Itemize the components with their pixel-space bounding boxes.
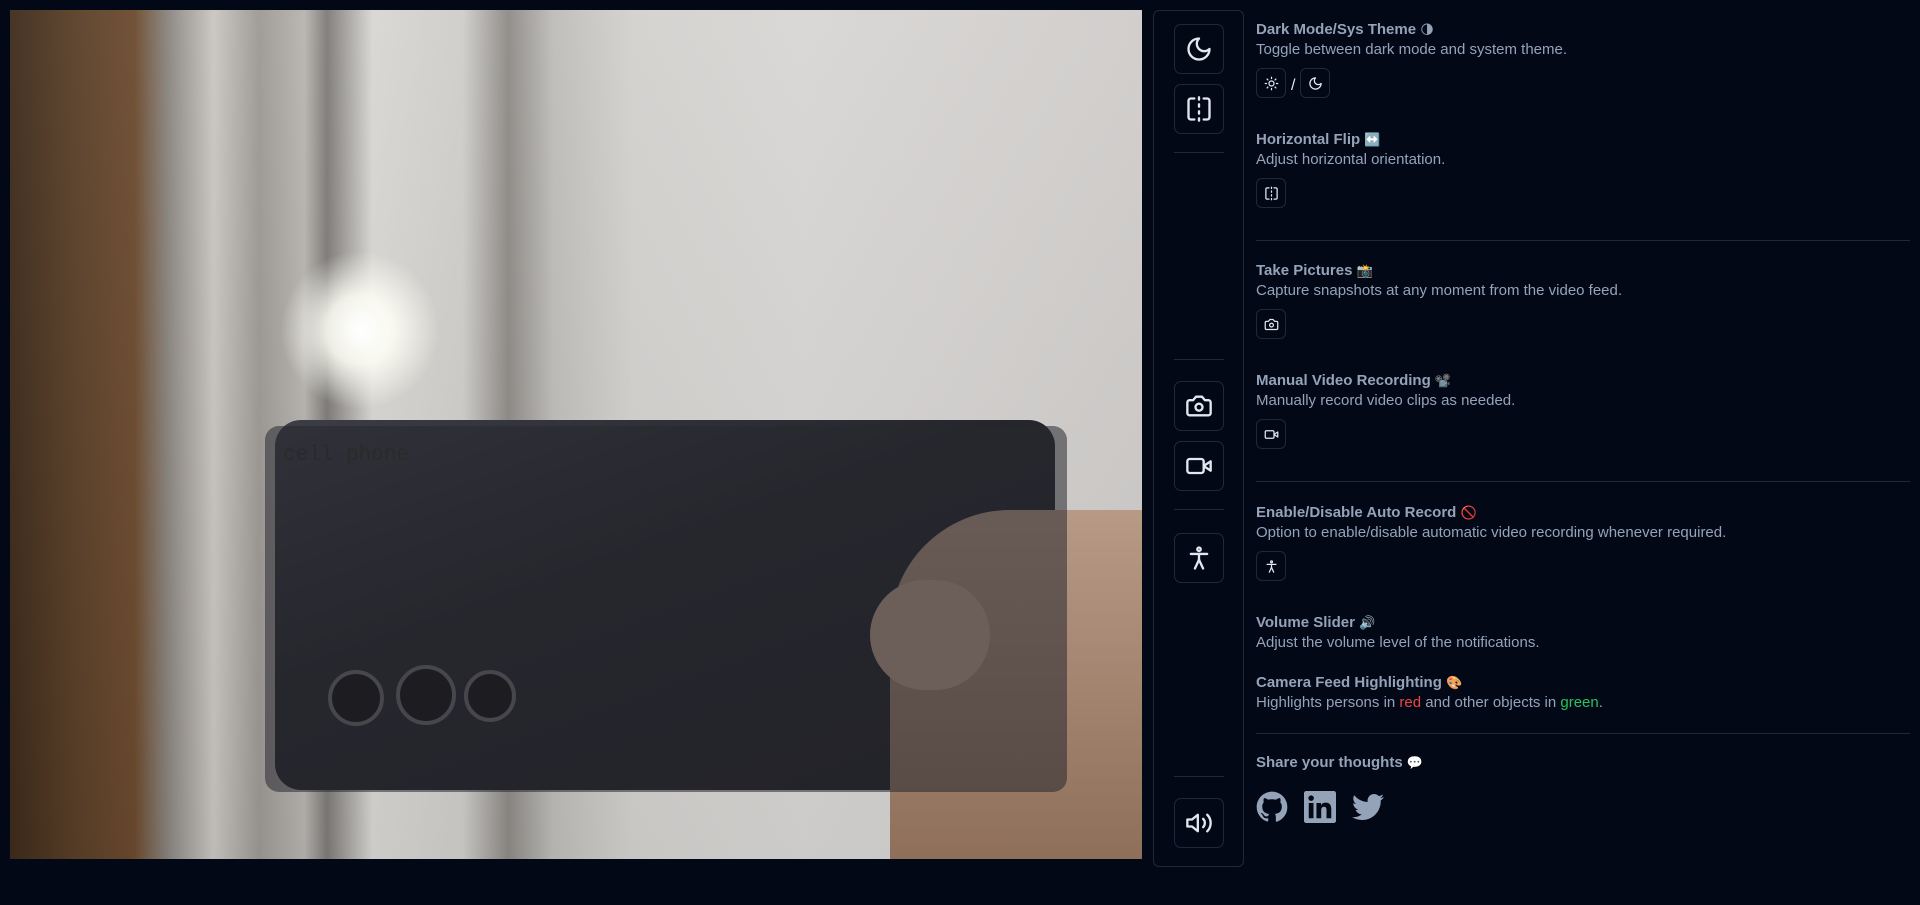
icon-toolbar	[1153, 10, 1244, 867]
volume-button[interactable]	[1174, 798, 1224, 848]
video-icon	[1264, 429, 1278, 439]
twitter-icon	[1352, 794, 1384, 820]
panel-divider	[1256, 733, 1910, 734]
section-description: Adjust the volume level of the notificat…	[1256, 634, 1540, 651]
section-title: Volume Slider 🔊	[1256, 614, 1376, 631]
volume-section: Volume Slider 🔊 Adjust the volume level …	[1256, 613, 1910, 653]
section-title: Manual Video Recording 📽️	[1256, 372, 1452, 389]
section-description: Toggle between dark mode and system them…	[1256, 41, 1568, 58]
toolbar-divider	[1174, 776, 1224, 777]
linkedin-icon	[1304, 791, 1336, 823]
green-word: green	[1560, 694, 1599, 711]
light-glare	[280, 250, 440, 410]
section-title: Camera Feed Highlighting 🎨	[1256, 674, 1463, 691]
sun-icon	[1264, 76, 1278, 90]
video-icon	[1186, 457, 1212, 475]
flip-horizontal-icon	[1187, 96, 1211, 122]
toolbar-divider	[1174, 152, 1224, 153]
camera-icon	[1264, 318, 1278, 330]
section-description: Adjust horizontal orientation.	[1256, 151, 1446, 168]
linkedin-link[interactable]	[1304, 791, 1336, 823]
section-title: Horizontal Flip ↔️	[1256, 131, 1381, 148]
recording-section: Manual Video Recording 📽️ Manually recor…	[1256, 371, 1910, 449]
theme-toggle-button[interactable]	[1174, 24, 1224, 74]
take-picture-small-button[interactable]	[1256, 309, 1286, 339]
info-panel: Dark Mode/Sys Theme 🌗 Toggle between dar…	[1256, 0, 1910, 905]
section-description: Manually record video clips as needed.	[1256, 392, 1516, 409]
accessibility-icon	[1266, 559, 1276, 573]
panel-divider	[1256, 481, 1910, 482]
take-picture-button[interactable]	[1174, 381, 1224, 431]
panel-divider	[1256, 240, 1910, 241]
section-title: Dark Mode/Sys Theme 🌗	[1256, 21, 1434, 38]
pictures-section: Take Pictures 📸 Capture snapshots at any…	[1256, 261, 1910, 339]
camera-feed: cell phone	[10, 10, 1142, 859]
moon-icon	[1187, 37, 1211, 61]
section-description: Option to enable/disable automatic video…	[1256, 524, 1727, 541]
red-word: red	[1399, 694, 1422, 711]
auto-record-button[interactable]	[1174, 533, 1224, 583]
toolbar-divider	[1174, 359, 1224, 360]
highlighting-section: Camera Feed Highlighting 🎨 Highlights pe…	[1256, 673, 1910, 713]
section-title: Take Pictures 📸	[1256, 262, 1373, 279]
flip-section: Horizontal Flip ↔️ Adjust horizontal ori…	[1256, 130, 1910, 208]
moon-icon	[1309, 76, 1322, 90]
github-icon	[1256, 791, 1288, 822]
section-title: Enable/Disable Auto Record 🚫	[1256, 504, 1477, 521]
toolbar-divider	[1174, 509, 1224, 510]
volume-icon	[1186, 813, 1212, 833]
section-description: Capture snapshots at any moment from the…	[1256, 282, 1623, 299]
section-title: Share your thoughts 💬	[1256, 754, 1424, 771]
theme-separator: /	[1291, 77, 1296, 94]
section-description: Highlights persons in red and other obje…	[1256, 694, 1603, 711]
auto-record-section: Enable/Disable Auto Record 🚫 Option to e…	[1256, 503, 1910, 581]
github-link[interactable]	[1256, 791, 1288, 823]
record-video-small-button[interactable]	[1256, 419, 1286, 449]
detection-label: cell phone	[283, 444, 410, 467]
share-section: Share your thoughts 💬	[1256, 753, 1910, 823]
detection-box: cell phone	[265, 426, 1067, 792]
accessibility-icon	[1189, 546, 1209, 570]
flip-button[interactable]	[1174, 84, 1224, 134]
camera-icon	[1186, 395, 1212, 417]
twitter-link[interactable]	[1352, 791, 1384, 823]
light-theme-button[interactable]	[1256, 68, 1286, 98]
record-video-button[interactable]	[1174, 441, 1224, 491]
flip-small-button[interactable]	[1256, 178, 1286, 208]
auto-record-small-button[interactable]	[1256, 551, 1286, 581]
flip-horizontal-icon	[1264, 186, 1278, 200]
dark-theme-button[interactable]	[1300, 68, 1331, 98]
theme-section: Dark Mode/Sys Theme 🌗 Toggle between dar…	[1256, 20, 1910, 98]
